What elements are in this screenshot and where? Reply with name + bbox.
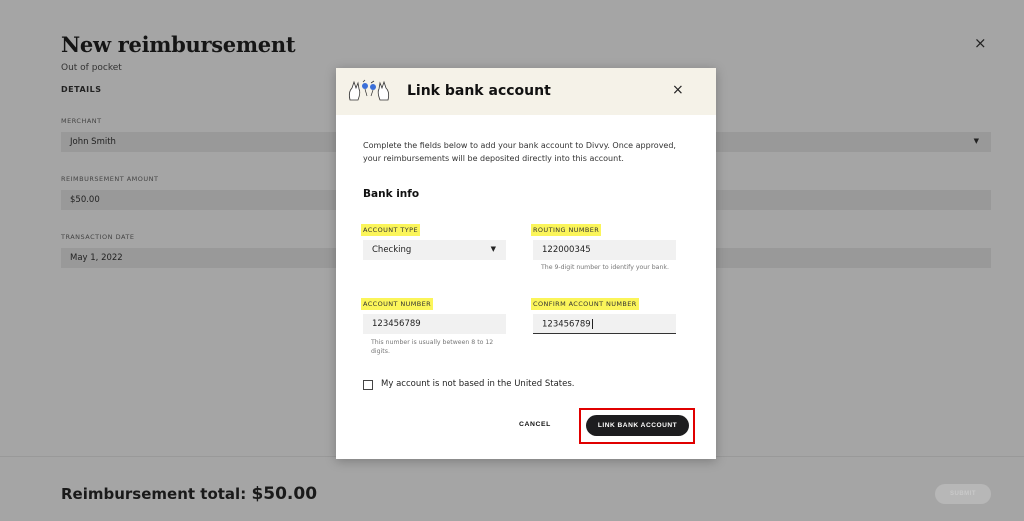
account-number-value: 123456789 <box>372 319 421 329</box>
hands-illustration-icon <box>348 79 390 101</box>
routing-number-label: ROUTING NUMBER <box>531 224 602 236</box>
total-label: Reimbursement total: <box>61 485 247 503</box>
chevron-down-icon: ▼ <box>973 137 979 145</box>
close-icon[interactable]: × <box>672 82 684 98</box>
chevron-down-icon: ▼ <box>490 245 496 253</box>
merchant-value: John Smith <box>70 137 116 147</box>
routing-number-hint: The 9-digit number to identify your bank… <box>541 264 669 271</box>
amount-value: $50.00 <box>70 195 100 205</box>
account-type-select[interactable]: Checking ▼ <box>363 240 506 260</box>
date-label: TRANSACTION DATE <box>61 233 135 241</box>
confirm-account-number-input[interactable]: 123456789 <box>533 314 676 334</box>
submit-button[interactable]: SUBMIT <box>935 484 991 504</box>
routing-number-input[interactable]: 122000345 <box>533 240 676 260</box>
close-icon[interactable]: × <box>974 34 987 52</box>
date-value: May 1, 2022 <box>70 253 123 263</box>
bank-info-heading: Bank info <box>363 188 420 200</box>
account-type-value: Checking <box>372 245 412 255</box>
modal-header: Link bank account × <box>336 68 716 115</box>
details-heading: DETAILS <box>61 85 102 94</box>
text-cursor <box>591 319 593 329</box>
account-type-label: ACCOUNT TYPE <box>361 224 420 236</box>
modal-title: Link bank account <box>407 83 551 99</box>
link-bank-account-modal: Link bank account × Complete the fields … <box>336 68 716 459</box>
modal-intro-text: Complete the fields below to add your ba… <box>363 141 676 163</box>
account-number-label: ACCOUNT NUMBER <box>361 298 434 310</box>
total-value: $50.00 <box>251 484 318 504</box>
account-number-input[interactable]: 123456789 <box>363 314 506 334</box>
non-us-account-checkbox[interactable] <box>363 380 373 390</box>
annotation-highlight-box <box>579 408 695 444</box>
merchant-label: MERCHANT <box>61 117 102 125</box>
routing-number-value: 122000345 <box>542 245 591 255</box>
amount-label: REIMBURSEMENT AMOUNT <box>61 175 159 183</box>
page-subtitle: Out of pocket <box>61 63 122 73</box>
non-us-account-label: My account is not based in the United St… <box>381 379 575 389</box>
account-number-hint: This number is usually between 8 to 12 d… <box>371 339 494 355</box>
page-title: New reimbursement <box>61 32 296 57</box>
confirm-account-number-label: CONFIRM ACCOUNT NUMBER <box>531 298 639 310</box>
cancel-button[interactable]: CANCEL <box>519 421 551 428</box>
confirm-account-number-value: 123456789 <box>542 319 591 330</box>
reimbursement-total: Reimbursement total: $50.00 <box>61 484 317 504</box>
